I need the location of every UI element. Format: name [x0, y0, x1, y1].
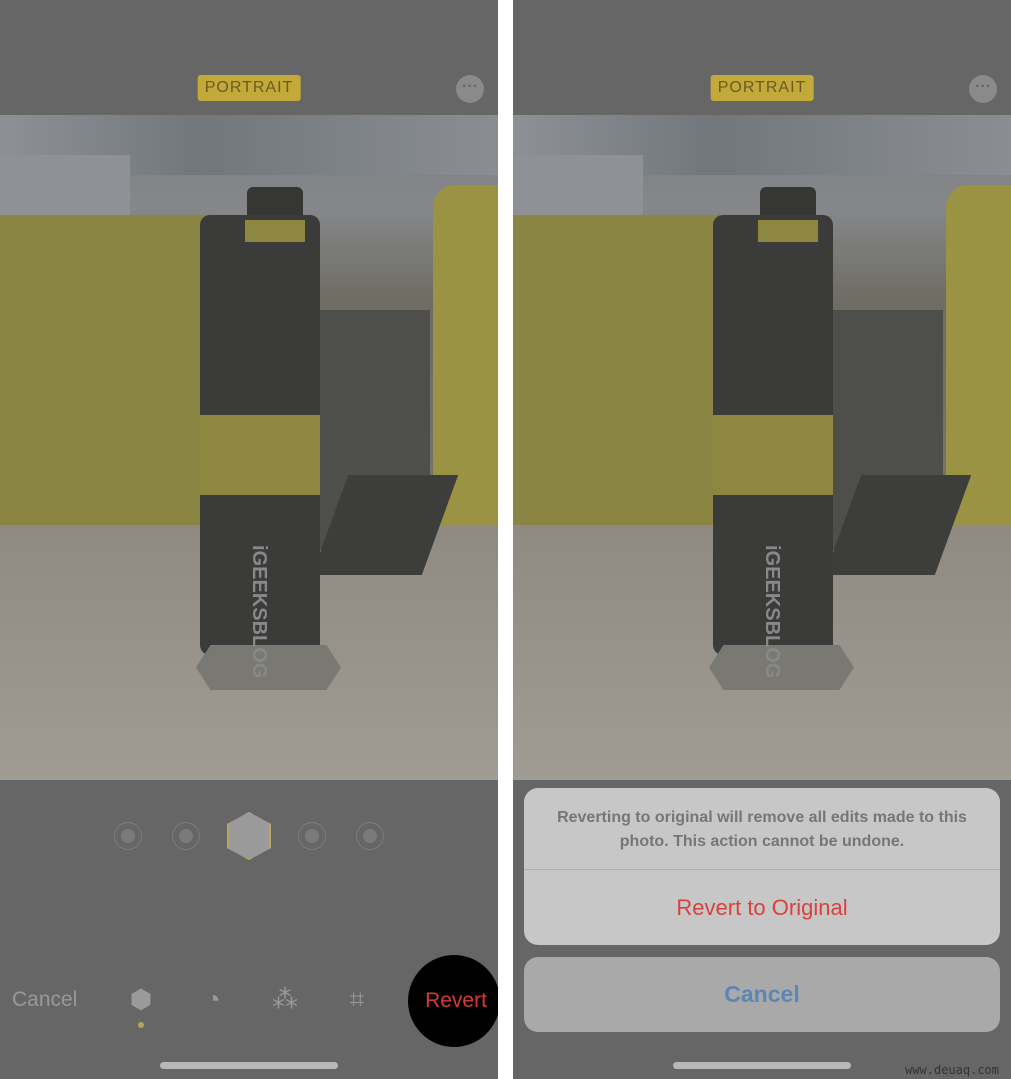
photo-preview: iGEEKSBLOG: [513, 115, 1011, 780]
stage-light-icon[interactable]: [298, 822, 326, 850]
edit-toolbar: Cancel ⬢ ◔ ⁂ ⌗ Revert: [0, 955, 498, 1047]
watermark: www.deuaq.com: [905, 1063, 999, 1077]
revert-button[interactable]: Revert: [408, 955, 498, 1047]
adjust-dial-icon[interactable]: ◔: [196, 982, 230, 1016]
ellipsis-circle-icon[interactable]: ···: [969, 75, 997, 103]
home-indicator: [673, 1062, 851, 1069]
portrait-badge[interactable]: PORTRAIT: [710, 75, 814, 101]
portrait-cube-icon[interactable]: ⬢: [124, 982, 158, 1016]
cancel-button[interactable]: Cancel: [524, 957, 1000, 1032]
portrait-badge[interactable]: PORTRAIT: [197, 75, 301, 101]
filters-icon[interactable]: ⁂: [268, 982, 302, 1016]
selected-lighting-cube-icon[interactable]: [227, 812, 271, 860]
natural-light-icon[interactable]: [114, 822, 142, 850]
photo-preview: iGEEKSBLOG: [0, 115, 498, 780]
studio-light-icon[interactable]: [172, 822, 200, 850]
photo-logo-text: iGEEKSBLOG: [248, 545, 270, 679]
photo-logo-text: iGEEKSBLOG: [761, 545, 783, 679]
action-sheet-message: Reverting to original will remove all ed…: [524, 788, 1000, 870]
left-screen: PORTRAIT ··· iGEEKSBLOG Cancel ⬢ ◔ ⁂ ⌗ R…: [0, 0, 498, 1079]
ellipsis-circle-icon[interactable]: ···: [456, 75, 484, 103]
crop-rotate-icon[interactable]: ⌗: [340, 982, 374, 1016]
right-screen: PORTRAIT ··· iGEEKSBLOG Reverting to ori…: [513, 0, 1011, 1079]
active-indicator: [138, 1022, 144, 1028]
lighting-selector[interactable]: [0, 812, 498, 860]
revert-to-original-button[interactable]: Revert to Original: [524, 870, 1000, 945]
cancel-button[interactable]: Cancel: [12, 988, 77, 1012]
home-indicator: [160, 1062, 338, 1069]
action-sheet: Reverting to original will remove all ed…: [524, 788, 1000, 945]
stage-light-mono-icon[interactable]: [356, 822, 384, 850]
